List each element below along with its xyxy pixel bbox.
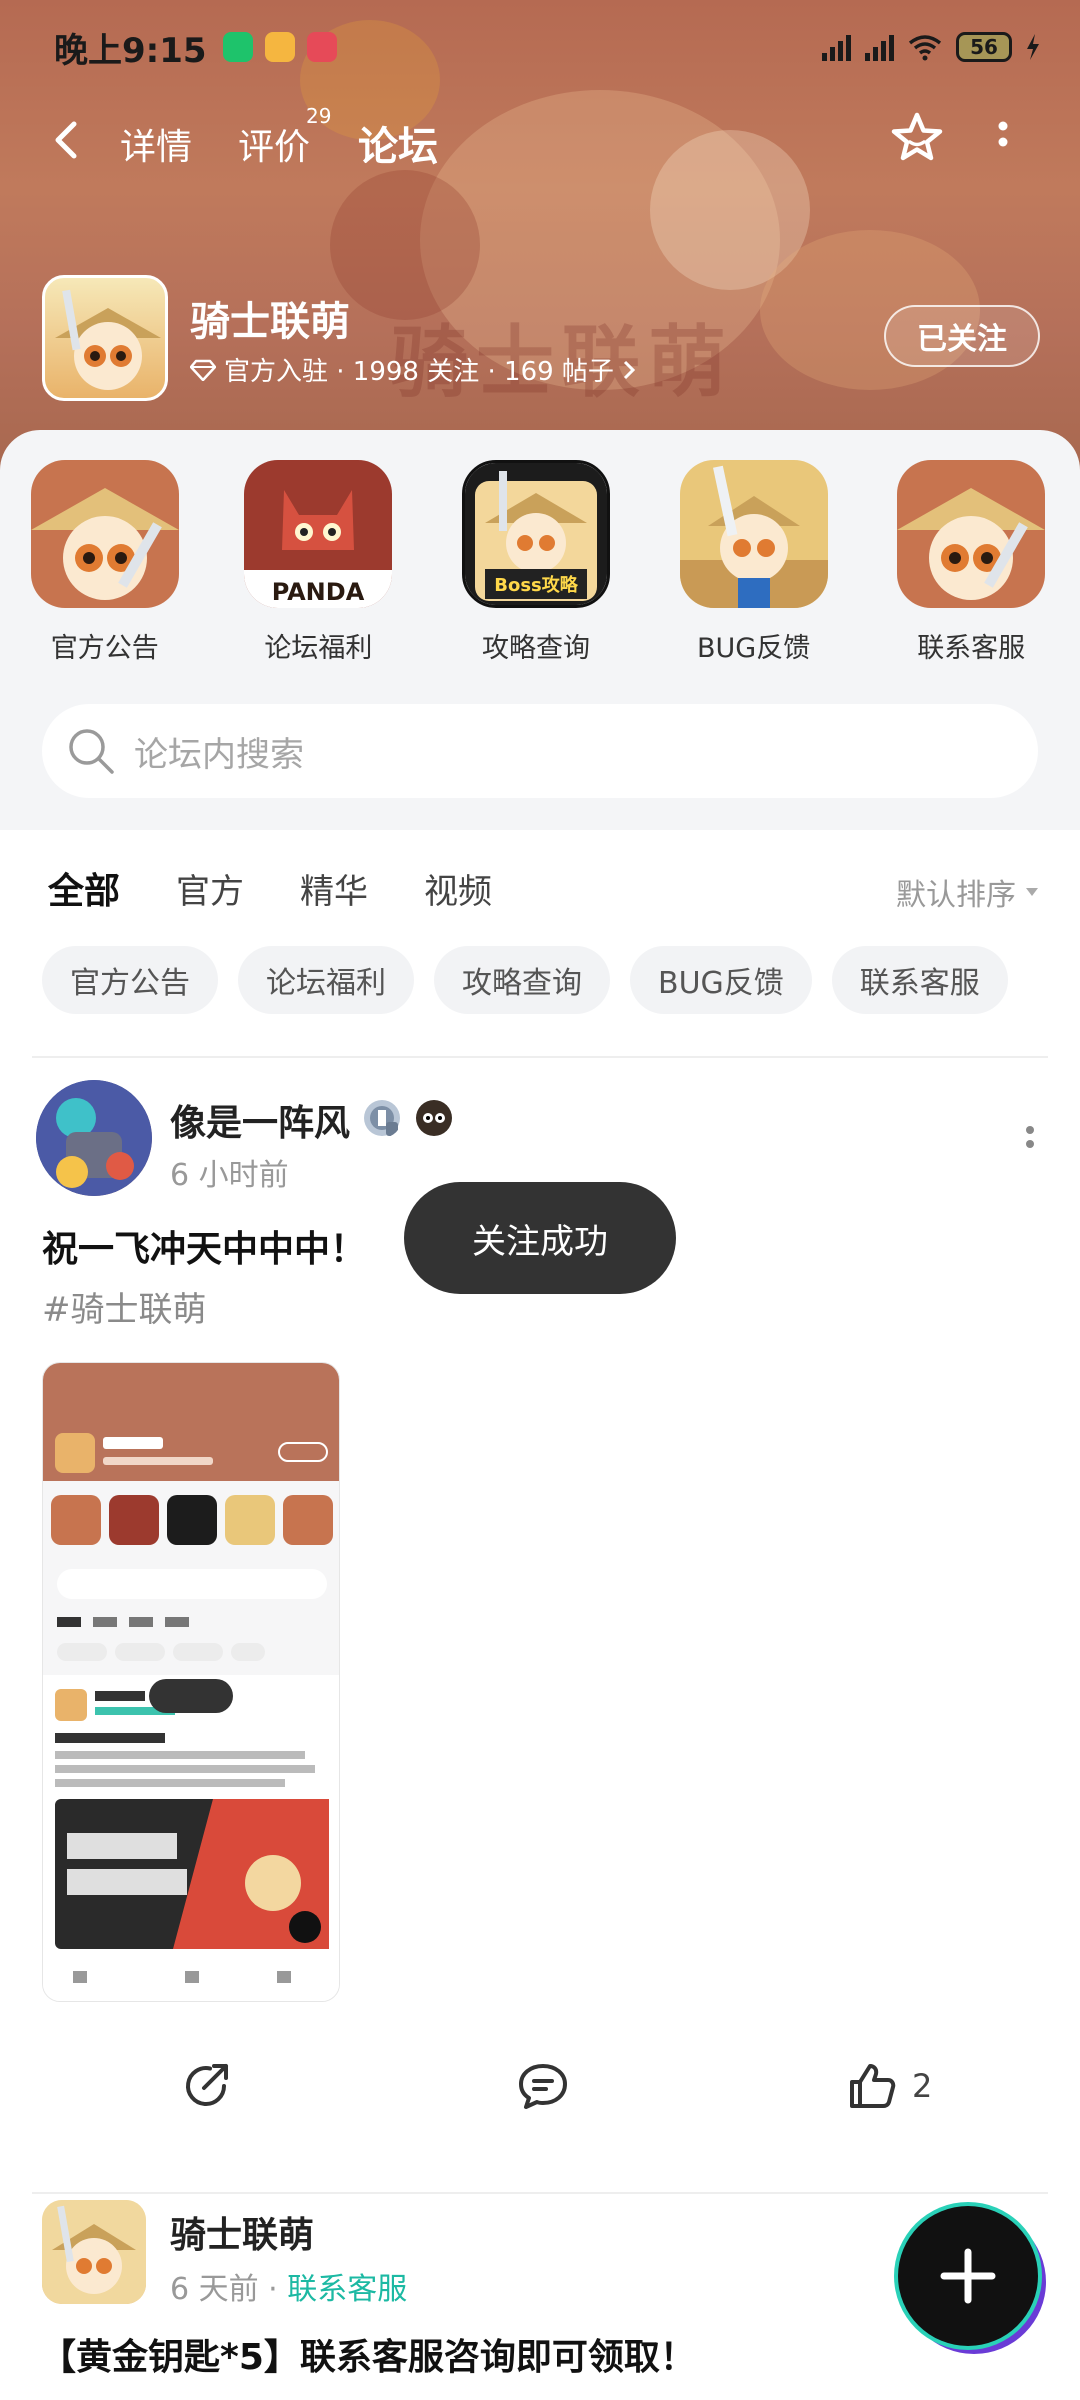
quick-links: 官方公告 PANDA 论坛福利 Boss攻略 攻略查询 BUG反馈 联系客服 [0,460,1080,665]
signal-icon [822,33,851,61]
filter-tab-all[interactable]: 全部 [48,862,121,916]
like-button[interactable]: 2 [846,2060,932,2112]
plus-icon [940,2248,996,2304]
sort-dropdown[interactable]: 默认排序 [896,870,1040,914]
tab-reviews[interactable]: 评价 [238,118,310,170]
guides-icon: Boss攻略 [462,460,610,608]
search-placeholder: 论坛内搜索 [134,734,304,775]
forum-header: 骑士联萌 官方入驻 · 1998 关注 · 169 帖子 已关注 [42,275,1040,405]
chip-customer-service[interactable]: 联系客服 [831,946,1008,1014]
post-feed: 全部 官方 精华 视频 默认排序 官方公告 论坛福利 攻略查询 BUG反馈 联系… [0,830,1080,2400]
filter-tab-label: 全部 [48,871,121,912]
new-post-button[interactable] [898,2206,1038,2346]
post-author[interactable]: 骑士联萌 [170,2206,314,2258]
charging-icon [1027,34,1039,60]
forum-logo [42,275,168,401]
post-time: 6 天前 [170,2272,259,2307]
boss-guide-label: Boss攻略 [494,574,579,596]
share-icon [186,2064,228,2107]
filter-tab-official[interactable]: 官方 [176,864,244,913]
quick-link-bug-report[interactable]: BUG反馈 [645,460,863,665]
filter-tab-featured[interactable]: 精华 [300,864,368,913]
category-chips: 官方公告 论坛福利 攻略查询 BUG反馈 联系客服 [42,946,1008,1014]
panda-label: PANDA [272,578,365,606]
battery-icon: 56 [956,32,1012,62]
signal-icon [865,33,894,61]
sort-label: 默认排序 [896,878,1016,913]
quick-link-customer-service[interactable]: 联系客服 [862,460,1080,665]
divider [32,1056,1048,1058]
toast-message: 关注成功 [404,1182,676,1294]
tab-forum-label: 论坛 [358,124,438,170]
quick-link-label: 论坛福利 [264,633,373,664]
follow-button[interactable]: 已关注 [884,305,1040,367]
user-medal-icon [416,1100,452,1136]
search-icon [69,729,114,774]
quick-link-label: 攻略查询 [482,633,590,664]
divider [32,2192,1048,2194]
benefits-icon: PANDA [244,460,393,608]
post-title[interactable]: 【黄金钥匙*5】联系客服咨询即可领取！ [40,2328,696,2380]
post-more-icon[interactable] [1024,1124,1036,1156]
quick-link-label: 官方公告 [50,633,159,664]
caret-down-icon [1026,888,1038,896]
chip-bug-report[interactable]: BUG反馈 [630,946,812,1014]
red-app-icon [306,32,337,62]
quick-link-label: BUG反馈 [696,633,811,664]
bug-report-icon [679,460,828,608]
post-author[interactable]: 像是一阵风 [170,1094,350,1146]
filter-tabs: 全部 官方 精华 视频 默认排序 [48,858,1040,918]
avatar[interactable] [42,2200,146,2304]
post-category[interactable]: 联系客服 [287,2272,407,2307]
customer-service-icon [897,460,1046,608]
tab-forum[interactable]: 论坛 [358,114,438,172]
wechat-icon [222,32,253,62]
avatar[interactable] [36,1080,152,1196]
status-time: 晚上9:15 [54,30,207,71]
forum-name: 骑士联萌 [190,299,350,345]
more-options-icon[interactable] [996,120,1010,160]
post-title[interactable]: 祝一飞冲天中中中！ [42,1220,366,1272]
comment-icon [519,2064,567,2109]
like-count: 2 [912,2067,933,2105]
filter-tab-video[interactable]: 视频 [424,864,492,913]
screenshot-thumbnail [43,1363,339,2001]
back-arrow-icon[interactable] [50,118,86,162]
diamond-icon [190,359,216,381]
chip-announcements[interactable]: 官方公告 [42,946,218,1014]
thumbs-up-icon [850,2064,896,2108]
tab-details[interactable]: 详情 [120,118,192,170]
quick-link-announcements[interactable]: 官方公告 [0,460,210,665]
announcement-icon [30,460,179,608]
post-image[interactable] [42,1362,340,2002]
forum-meta[interactable]: 官方入驻 · 1998 关注 · 169 帖子 [190,351,636,388]
comment-button[interactable] [516,2060,570,2112]
chip-benefits[interactable]: 论坛福利 [238,946,414,1014]
post-tag[interactable]: #骑士联萌 [42,1282,207,1331]
quick-link-guides[interactable]: Boss攻略 攻略查询 [427,460,645,665]
post-time: 6 小时前 [170,1158,289,1193]
forum-stats: 官方入驻 · 1998 关注 · 169 帖子 [224,357,614,387]
chevron-right-icon [623,360,636,379]
share-button[interactable] [180,2060,232,2112]
favorite-star-icon[interactable] [888,110,946,168]
status-bar: 晚上9:15 56 [54,22,1040,72]
quick-link-benefits[interactable]: PANDA 论坛福利 [210,460,428,665]
chat-app-icon [264,32,295,62]
reviews-count-badge: 29 [306,104,332,128]
quick-link-label: 联系客服 [917,633,1026,664]
top-nav: 详情 评价 29 论坛 [0,100,1080,180]
chip-guides[interactable]: 攻略查询 [434,946,610,1014]
forum-search-input[interactable]: 论坛内搜索 [42,704,1038,798]
notification-icons [222,32,337,62]
user-level-badge-icon [364,1100,400,1136]
wifi-icon [908,35,942,61]
post-meta: 6 天前 · 联系客服 [170,2272,408,2307]
post-actions: 2 [0,2060,1080,2160]
